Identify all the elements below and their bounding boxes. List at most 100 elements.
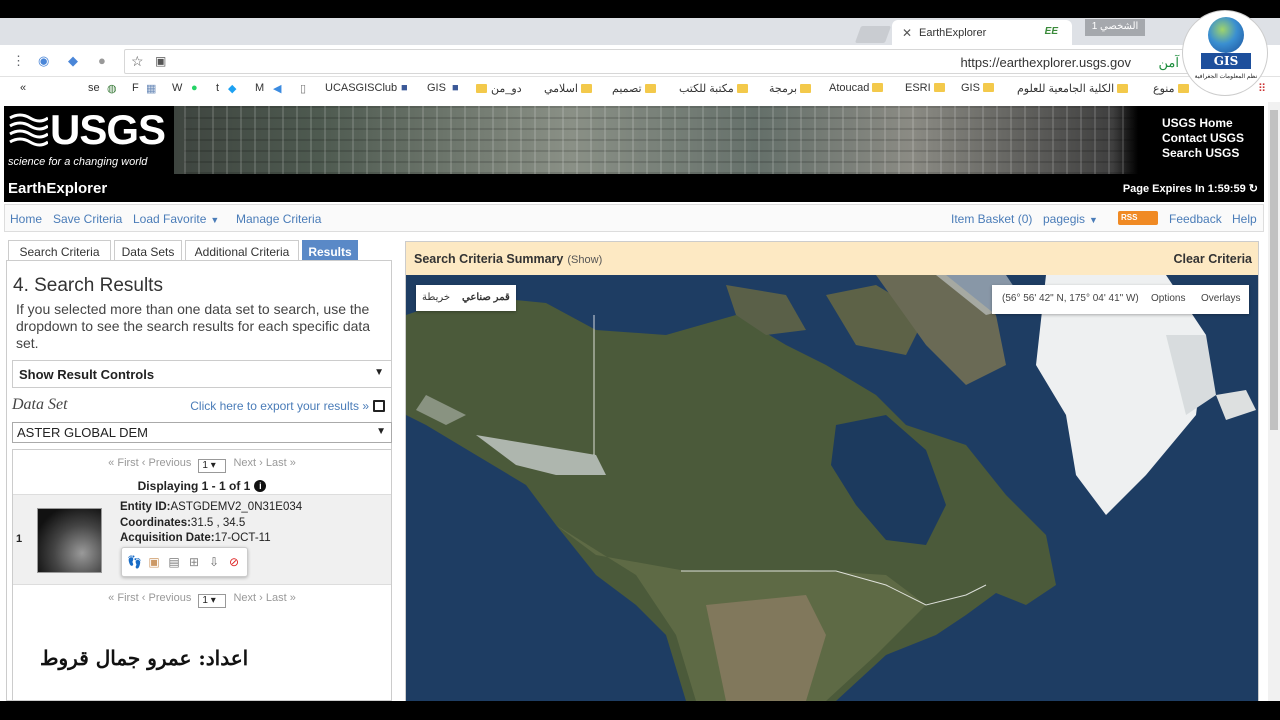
pager-last[interactable]: Last »: [266, 592, 296, 604]
export-results-link[interactable]: Click here to export your results »: [190, 399, 385, 413]
bookmark-image-icon[interactable]: ▦: [146, 82, 156, 95]
add-to-bulk-icon[interactable]: ⊞: [187, 555, 201, 569]
secure-indicator[interactable]: آمن: [1159, 55, 1179, 71]
tab-data-sets[interactable]: Data Sets: [114, 240, 182, 262]
page-select[interactable]: 1 ▾: [198, 594, 227, 608]
telegram-icon[interactable]: ◀: [273, 82, 281, 95]
rss-icon[interactable]: RSS: [1118, 211, 1158, 225]
bookmark-item[interactable]: GIS: [427, 82, 446, 94]
bookmark-item[interactable]: se: [88, 82, 100, 94]
session-expiry: Page Expires In 1:59:59 ↻: [1123, 182, 1258, 195]
tab-results[interactable]: Results: [302, 240, 358, 262]
bookmark-item[interactable]: W: [172, 82, 182, 94]
nav-load-favorite[interactable]: Load Favorite ▼: [133, 212, 219, 226]
menu-dots-icon[interactable]: ⋮: [12, 53, 25, 69]
close-tab-icon[interactable]: ✕: [902, 26, 912, 40]
page-scrollbar[interactable]: [1268, 102, 1280, 701]
info-icon[interactable]: i: [254, 480, 267, 492]
dataset-selected-value: ASTER GLOBAL DEM: [17, 425, 148, 440]
clear-criteria-button[interactable]: Clear Criteria: [1173, 252, 1252, 266]
tab-search-criteria[interactable]: Search Criteria: [8, 240, 111, 262]
coordinates-label: Coordinates:: [120, 516, 191, 529]
satellite-map[interactable]: خريطة قمر صناعي (56° 56' 42" N, 175° 04' …: [406, 275, 1258, 701]
nav-manage-criteria[interactable]: Manage Criteria: [236, 212, 321, 226]
facebook-icon[interactable]: ■: [401, 82, 408, 94]
browser-tab-strip: ✕ EarthExplorer EE الشخصي 1: [0, 18, 1280, 45]
whatsapp-icon[interactable]: ●: [191, 82, 198, 94]
bookmark-item[interactable]: UCASGISClub: [325, 82, 397, 94]
pager-last[interactable]: Last »: [266, 457, 296, 469]
translate-icon[interactable]: ◆: [68, 53, 78, 69]
address-bar[interactable]: ☆ ▣ https://earthexplorer.usgs.gov آمن: [124, 49, 1194, 74]
nav-save-criteria[interactable]: Save Criteria: [53, 212, 122, 226]
bookmark-star-icon[interactable]: ☆: [131, 53, 144, 70]
result-row[interactable]: 1 Entity ID:ASTGDEMV2_0N31E034 Coordinat…: [13, 494, 391, 585]
extension-globe-icon[interactable]: ◉: [38, 53, 49, 69]
map-overlays-button[interactable]: Overlays: [1201, 293, 1240, 304]
footprint-icon[interactable]: 👣: [127, 555, 142, 569]
bookmark-item[interactable]: F: [132, 82, 139, 94]
bookmark-label: منوع: [1153, 83, 1175, 95]
map-type-satellite[interactable]: قمر صناعي: [456, 285, 516, 311]
chevron-down-icon: ▼: [376, 426, 386, 437]
pager-first[interactable]: « First: [108, 592, 139, 604]
bookmark-item[interactable]: دو_من: [476, 82, 522, 95]
exclude-icon[interactable]: ⊘: [227, 555, 241, 569]
facebook-icon[interactable]: ■: [452, 82, 459, 94]
pager-first[interactable]: « First: [108, 457, 139, 469]
browser-toolbar: ⋮ ◉ ◆ ● ☆ ▣ https://earthexplorer.usgs.g…: [0, 45, 1280, 77]
apps-grid-icon[interactable]: ⠿: [1258, 82, 1266, 95]
extension-icon[interactable]: ●: [98, 53, 106, 68]
bookmark-label: اسلامي: [544, 83, 578, 95]
nav-help[interactable]: Help: [1232, 212, 1257, 226]
pager-next[interactable]: Next ›: [233, 592, 262, 604]
nav-item-basket[interactable]: Item Basket (0): [951, 212, 1032, 226]
bookmark-item[interactable]: الكلية الجامعية للعلوم: [1017, 82, 1132, 95]
pager-previous[interactable]: ‹ Previous: [142, 457, 192, 469]
new-tab-button[interactable]: [854, 26, 892, 43]
scroll-thumb[interactable]: [1270, 110, 1278, 430]
twitter-icon[interactable]: ◆: [228, 82, 236, 95]
metadata-icon[interactable]: ▤: [167, 555, 181, 569]
bookmarks-overflow[interactable]: «: [20, 82, 26, 94]
search-usgs-link[interactable]: Search USGS: [1162, 146, 1264, 161]
overlay-browse-icon[interactable]: ▣: [147, 555, 161, 569]
show-result-controls[interactable]: Show Result Controls ▼: [12, 360, 392, 388]
nav-user-menu[interactable]: pagegis ▼: [1043, 212, 1098, 226]
refresh-icon[interactable]: ↻: [1249, 183, 1258, 195]
bookmark-item[interactable]: GIS: [961, 82, 998, 94]
usgs-page: USGS science for a changing world USGS H…: [0, 102, 1268, 701]
map-type-map[interactable]: خريطة: [416, 285, 456, 311]
download-icon[interactable]: ⇩: [207, 555, 221, 569]
criteria-title-text: Search Criteria Summary: [414, 252, 564, 266]
pager-previous[interactable]: ‹ Previous: [142, 592, 192, 604]
bookmark-item[interactable]: t: [216, 82, 219, 94]
banner-aerial-image: [184, 106, 1134, 174]
search-criteria-summary-bar: Search Criteria Summary (Show) Clear Crit…: [406, 242, 1258, 275]
usgs-home-link[interactable]: USGS Home: [1162, 116, 1264, 131]
tab-additional-criteria[interactable]: Additional Criteria: [185, 240, 299, 262]
result-thumbnail[interactable]: [37, 508, 102, 573]
contact-usgs-link[interactable]: Contact USGS: [1162, 131, 1264, 146]
bookmark-item[interactable]: Atoucad: [829, 82, 887, 94]
page-info-icon[interactable]: ▣: [155, 54, 166, 68]
bookmark-item[interactable]: تصميم: [612, 82, 660, 95]
page-select[interactable]: 1 ▾: [198, 459, 227, 473]
bookmark-item[interactable]: برمجة: [769, 82, 815, 95]
map-options-button[interactable]: Options: [1151, 293, 1185, 304]
criteria-show-link[interactable]: (Show): [567, 254, 602, 266]
bookmark-globe-icon[interactable]: ◍: [107, 82, 117, 95]
pager-next[interactable]: Next ›: [233, 457, 262, 469]
bookmark-item[interactable]: اسلامي: [544, 82, 596, 95]
nav-feedback[interactable]: Feedback: [1169, 212, 1222, 226]
usgs-logo[interactable]: USGS science for a changing world: [4, 106, 174, 174]
nav-home[interactable]: Home: [10, 212, 42, 226]
profile-chip[interactable]: الشخصي 1: [1085, 19, 1145, 36]
folder-icon: [1177, 84, 1189, 93]
bookmark-item[interactable]: منوع: [1153, 82, 1193, 95]
browser-tab-earthexplorer[interactable]: ✕ EarthExplorer EE: [892, 20, 1072, 45]
dataset-select[interactable]: ASTER GLOBAL DEM ▼: [12, 422, 392, 443]
bookmark-item[interactable]: M: [255, 82, 264, 94]
bookmark-item[interactable]: ESRI: [905, 82, 949, 94]
bookmark-item[interactable]: مكتبة للكتب: [679, 82, 752, 95]
